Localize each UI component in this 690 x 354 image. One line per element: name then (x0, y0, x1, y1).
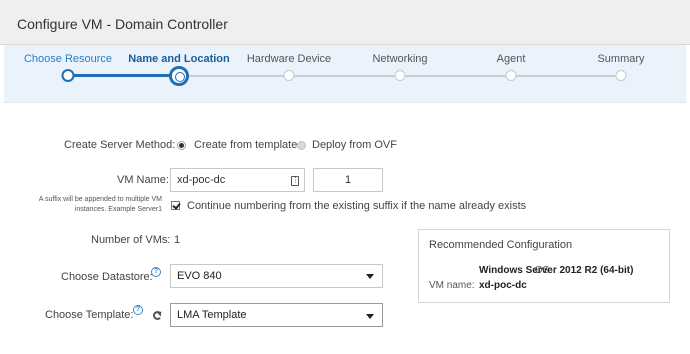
step-node-name-and-location[interactable] (169, 66, 189, 86)
template-help-icon[interactable]: ? (133, 305, 143, 315)
deploy-from-ovf-radio[interactable] (297, 141, 306, 150)
datastore-chevron-down-icon[interactable] (366, 274, 374, 279)
progress-track-complete (68, 74, 180, 77)
wizard-progress: Choose Resource Name and Location Hardwa… (4, 45, 686, 103)
template-chevron-down-icon[interactable] (366, 314, 374, 319)
datastore-help-icon[interactable]: ? (151, 267, 161, 277)
step-summary[interactable]: Summary (597, 53, 644, 65)
template-select-value: LMA Template (177, 309, 247, 321)
step-choose-resource[interactable]: Choose Resource (24, 53, 112, 65)
step-node-networking[interactable] (394, 70, 406, 81)
rec-vmname-value: xd-poc-dc (479, 280, 527, 291)
step-name-and-location[interactable]: Name and Location (128, 53, 229, 65)
create-from-template-label[interactable]: Create from template (194, 139, 297, 151)
refresh-icon[interactable] (153, 311, 162, 320)
create-from-template-radio[interactable] (177, 141, 186, 150)
continue-numbering-checkbox[interactable] (171, 201, 180, 210)
window-title: Configure VM - Domain Controller (17, 16, 228, 32)
datastore-select[interactable]: EVO 840 (170, 264, 383, 288)
template-label: Choose Template: (45, 309, 134, 321)
deploy-from-ovf-label[interactable]: Deploy from OVF (312, 139, 397, 151)
rec-os-value: Windows Server 2012 R2 (64-bit) (479, 265, 633, 276)
rec-vmname-label: VM name: (429, 280, 475, 291)
step-agent[interactable]: Agent (497, 53, 526, 65)
recommended-configuration-panel: Recommended Configuration OS: Windows Se… (418, 229, 670, 303)
vm-name-label: VM Name: (117, 174, 169, 186)
num-vms-label: Number of VMs: (91, 234, 171, 246)
vm-name-hint: A suffix will be appended to multiple VM… (38, 196, 162, 213)
num-vms-value: 1 (174, 234, 181, 246)
step-networking[interactable]: Networking (372, 53, 427, 65)
step-node-agent[interactable] (505, 70, 517, 81)
step-node-hardware-device[interactable] (283, 70, 295, 81)
vm-name-input[interactable]: xd-poc-dc (170, 168, 305, 192)
datastore-label: Choose Datastore: (61, 271, 153, 283)
title-bar: Configure VM - Domain Controller (0, 0, 690, 45)
rec-os-value-text: Windows Server 2012 R2 (64-bit) (479, 265, 634, 276)
template-select[interactable]: LMA Template (170, 303, 383, 327)
vm-suffix-input[interactable]: 1 (313, 168, 383, 192)
rec-vmname-value-text: xd-poc-dc (479, 280, 527, 291)
step-hardware-device[interactable]: Hardware Device (247, 53, 331, 65)
recommended-title: Recommended Configuration (429, 239, 573, 251)
continue-numbering-label[interactable]: Continue numbering from the existing suf… (187, 200, 526, 212)
rec-vmname-label-text: VM name: (429, 280, 475, 291)
step-node-summary[interactable] (615, 70, 627, 81)
datastore-select-value: EVO 840 (177, 270, 222, 282)
step-node-choose-resource[interactable] (61, 69, 75, 82)
create-method-label: Create Server Method: (64, 139, 176, 151)
field-menu-icon[interactable]: ⋮ (291, 176, 299, 186)
